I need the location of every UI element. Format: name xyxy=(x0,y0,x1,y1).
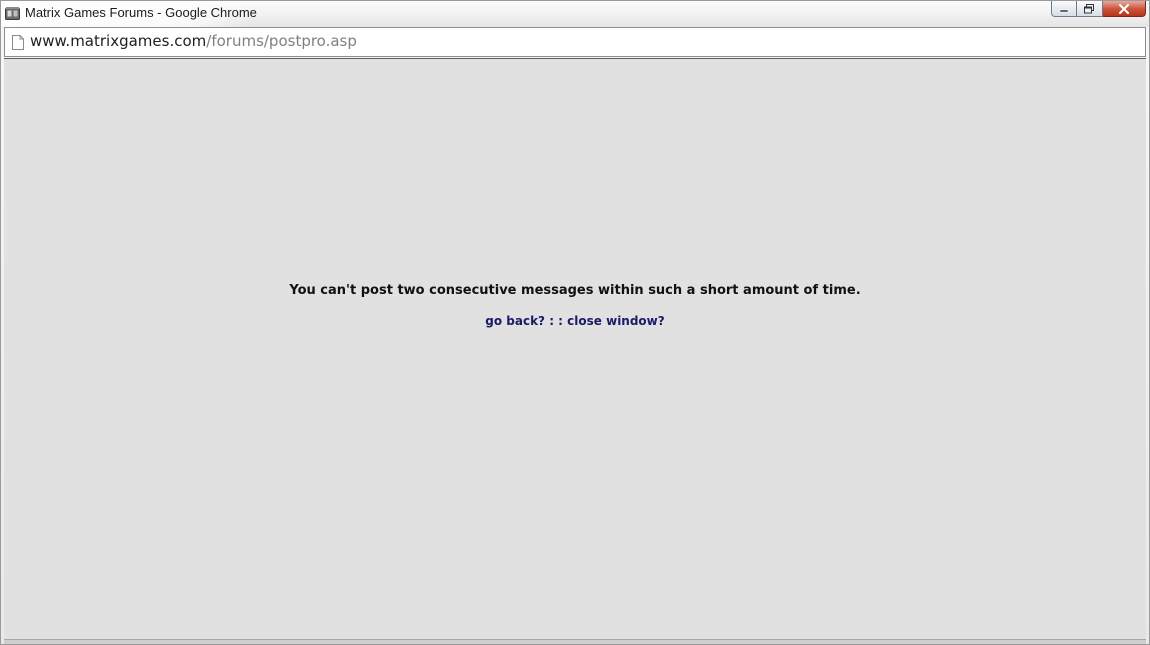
close-button[interactable] xyxy=(1103,1,1146,17)
maximize-icon xyxy=(1084,3,1094,13)
browser-window: Matrix Games Forums - Google Chrome www.… xyxy=(0,0,1150,645)
url-text[interactable]: www.matrixgames.com/forums/postpro.asp xyxy=(30,32,357,50)
minimize-button[interactable] xyxy=(1051,1,1077,17)
app-icon[interactable] xyxy=(5,6,20,21)
address-bar[interactable]: www.matrixgames.com/forums/postpro.asp xyxy=(4,27,1146,57)
minimize-icon xyxy=(1059,9,1069,12)
page-icon xyxy=(12,35,24,50)
close-icon xyxy=(1119,3,1129,14)
go-back-link[interactable]: go back? xyxy=(485,314,545,328)
window-controls xyxy=(1051,1,1146,19)
url-host: www.matrixgames.com xyxy=(30,32,207,50)
page-content: You can't post two consecutive messages … xyxy=(4,58,1146,639)
maximize-button[interactable] xyxy=(1077,1,1103,17)
window-bottom-edge xyxy=(4,639,1146,644)
action-links: go back? : : close window? xyxy=(4,314,1146,328)
url-path: /forums/postpro.asp xyxy=(206,32,357,50)
title-bar[interactable]: Matrix Games Forums - Google Chrome xyxy=(1,1,1149,27)
close-window-link[interactable]: close window? xyxy=(567,314,665,328)
window-title: Matrix Games Forums - Google Chrome xyxy=(25,5,257,20)
link-separator: : : xyxy=(545,314,568,328)
error-message: You can't post two consecutive messages … xyxy=(289,283,861,298)
